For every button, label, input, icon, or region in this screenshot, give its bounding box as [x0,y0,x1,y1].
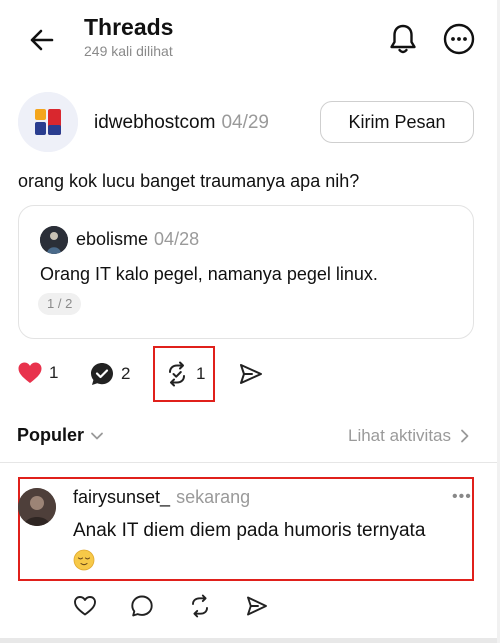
comment-time: sekarang [176,487,251,507]
speech-bubble-icon [131,595,153,617]
comment-author-name[interactable]: fairysunset_ [73,487,170,507]
comment-share-button[interactable] [245,594,269,623]
sort-dropdown[interactable]: Populer [17,425,106,446]
quoted-post-text: Orang IT kalo pegel, namanya pegel linux… [40,264,378,284]
chevron-down-icon [91,432,103,439]
post-text: orang kok lucu banget traumanya apa nih? [18,171,360,191]
comment-author-line: fairysunset_ sekarang [73,487,250,508]
reply-button[interactable]: 2 [89,361,130,387]
bottom-edge [0,638,500,643]
avatar-image [18,488,56,526]
quoted-author-avatar[interactable] [40,226,68,254]
share-button[interactable] [238,361,264,387]
send-message-button[interactable]: Kirim Pesan [320,101,474,143]
section-divider [0,462,500,463]
commenter-avatar[interactable] [18,488,56,526]
idwebhost-logo [18,92,78,152]
heart-filled-icon [18,362,42,383]
quoted-author-line: ebolisme 04/28 [76,229,199,250]
back-button[interactable] [24,22,60,58]
comment-repost-button[interactable] [188,594,212,623]
like-count: 1 [49,363,59,382]
view-activity-label: Lihat aktivitas [348,426,451,445]
heart-icon [74,596,96,616]
comment-reply-button[interactable] [130,594,154,623]
sort-label: Populer [17,425,85,445]
quoted-author-name[interactable]: ebolisme [76,229,148,249]
post-date: 04/29 [221,112,269,133]
like-button[interactable]: 1 [17,361,58,385]
author-line: idwebhostcom 04/29 [94,112,269,134]
comment-more-button[interactable]: ••• [452,488,472,506]
author-name[interactable]: idwebhostcom [94,112,215,133]
speech-bubble-icon [91,363,113,385]
comment-like-button[interactable] [73,594,97,623]
repost-icon [192,594,208,618]
chevron-right-icon [461,429,469,443]
repost-highlight-box [153,346,215,402]
quote-page-indicator: 1 / 2 [38,293,82,315]
send-icon [240,364,262,384]
send-icon [247,596,267,616]
arrow-left-icon [30,29,54,51]
more-options-button[interactable] [440,20,478,58]
page-title: Threads [84,14,174,40]
comment-text: Anak IT diem diem pada humoris ternyata [73,520,426,541]
view-count: 249 kali dilihat [84,43,173,59]
more-circle-icon [443,23,475,55]
bell-icon [390,24,416,54]
author-avatar[interactable] [18,92,78,152]
notifications-button[interactable] [384,20,422,58]
relieved-face-icon [73,549,95,571]
quoted-post-date: 04/28 [154,229,200,249]
view-activity-link[interactable]: Lihat aktivitas [348,426,473,446]
avatar-image [40,226,68,254]
reply-count: 2 [121,364,131,383]
